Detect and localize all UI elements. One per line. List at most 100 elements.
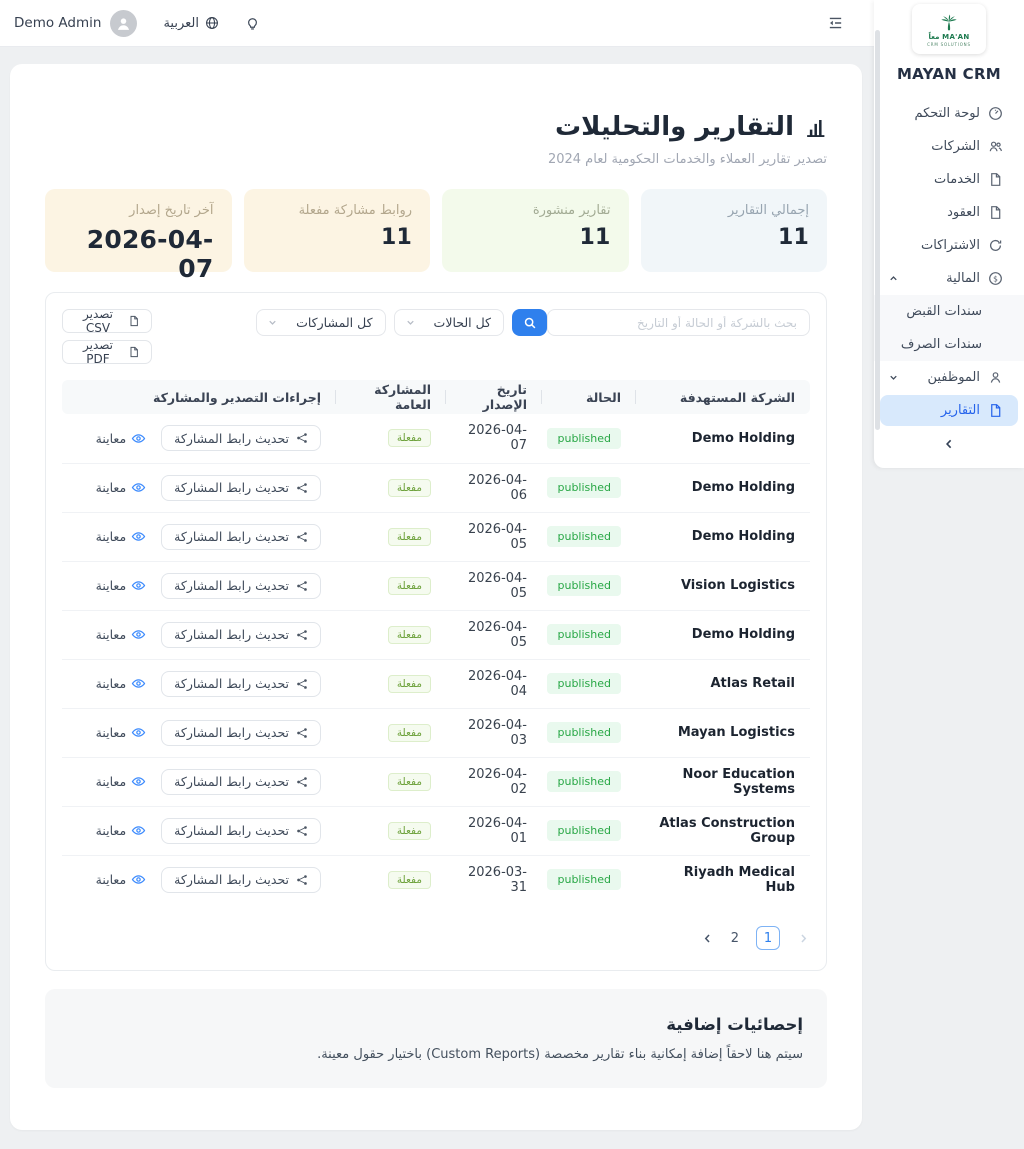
preview-link[interactable]: معاينة bbox=[96, 431, 147, 446]
share-update-button[interactable]: تحديث رابط المشاركة bbox=[161, 621, 321, 648]
sidebar-item-nav[interactable]: الاشتراكات bbox=[874, 229, 1024, 262]
sidebar-item-nav[interactable]: الخدمات bbox=[874, 163, 1024, 196]
share-update-button[interactable]: تحديث رابط المشاركة bbox=[161, 670, 321, 697]
sharing-badge: مفعلة bbox=[387, 625, 431, 644]
share-update-button[interactable]: تحديث رابط المشاركة bbox=[161, 523, 321, 550]
user-avatar[interactable] bbox=[110, 9, 138, 37]
share-icon bbox=[296, 825, 308, 837]
share-update-button[interactable]: تحديث رابط المشاركة bbox=[161, 425, 321, 452]
search-icon bbox=[523, 316, 537, 330]
share-update-button[interactable]: تحديث رابط المشاركة bbox=[161, 719, 321, 746]
svg-text:$: $ bbox=[993, 274, 998, 283]
sidebar-toggle-icon[interactable] bbox=[827, 16, 844, 30]
lightbulb-icon[interactable] bbox=[245, 16, 260, 31]
preview-link[interactable]: معاينة bbox=[96, 480, 147, 495]
stat-card: روابط مشاركة مفعلة 11 bbox=[243, 189, 430, 272]
share-update-button[interactable]: تحديث رابط المشاركة bbox=[161, 474, 321, 501]
sharing-badge: مفعلة bbox=[387, 576, 431, 595]
sharing-badge: مفعلة bbox=[387, 429, 431, 448]
preview-link[interactable]: معاينة bbox=[96, 774, 147, 789]
table-row: Demo Holding published 2026-04-05 مفعلة … bbox=[62, 511, 810, 561]
date-cell: 2026-03-31 bbox=[446, 854, 542, 904]
sidebar-collapse-button[interactable] bbox=[874, 429, 1024, 459]
sidebar-item-nav[interactable]: الموظفين bbox=[874, 361, 1024, 394]
preview-link[interactable]: معاينة bbox=[96, 872, 147, 887]
pagination-prev[interactable] bbox=[701, 932, 714, 945]
user-icon bbox=[988, 370, 1003, 385]
table-row: Mayan Logistics published 2026-04-03 مفع… bbox=[62, 707, 810, 757]
reports-table: الشركة المستهدفة الحالة تاريخ الإصدار ال… bbox=[62, 380, 810, 904]
header-company: الشركة المستهدفة bbox=[636, 380, 810, 414]
file-icon bbox=[988, 403, 1003, 418]
table-row: Vision Logistics published 2026-04-05 مف… bbox=[62, 560, 810, 610]
chevron-down-icon bbox=[888, 372, 899, 383]
preview-link[interactable]: معاينة bbox=[96, 529, 147, 544]
chevron-down-icon bbox=[267, 317, 278, 328]
sync-icon bbox=[988, 238, 1003, 253]
date-cell: 2026-04-05 bbox=[446, 511, 542, 561]
export-pdf-button[interactable]: تصدير PDF bbox=[62, 338, 152, 366]
pagination-page-1[interactable]: 1 bbox=[756, 926, 780, 950]
sharing-badge: مفعلة bbox=[387, 870, 431, 889]
sidebar-item-nav[interactable]: $ المالية bbox=[874, 262, 1024, 295]
main-content: التقارير والتحليلات تصدير تقارير العملاء… bbox=[0, 47, 874, 1149]
eye-icon bbox=[131, 529, 146, 544]
status-badge: published bbox=[547, 427, 621, 449]
company-cell: Demo Holding bbox=[636, 462, 810, 512]
preview-link[interactable]: معاينة bbox=[96, 578, 147, 593]
page-card: التقارير والتحليلات تصدير تقارير العملاء… bbox=[10, 64, 862, 1130]
header-date: تاريخ الإصدار bbox=[446, 380, 542, 414]
preview-link[interactable]: معاينة bbox=[96, 823, 147, 838]
eye-icon bbox=[131, 627, 146, 642]
table-header-row: الشركة المستهدفة الحالة تاريخ الإصدار ال… bbox=[62, 380, 810, 414]
stat-value: 11 bbox=[380, 225, 412, 250]
stat-card: إجمالي التقارير 11 bbox=[640, 189, 827, 272]
export-buttons: تصدير CSV تصدير PDF bbox=[62, 307, 152, 366]
actions-cell: تحديث رابط المشاركة معاينة bbox=[77, 425, 321, 452]
preview-link[interactable]: معاينة bbox=[96, 627, 147, 642]
stat-value: 2026-04-07 bbox=[86, 225, 214, 283]
sidebar-item-nav[interactable]: العقود bbox=[874, 196, 1024, 229]
export-csv-button[interactable]: تصدير CSV bbox=[62, 307, 152, 335]
search-input[interactable] bbox=[547, 309, 810, 336]
status-filter-select[interactable]: كل الحالات bbox=[393, 309, 504, 336]
language-switcher[interactable]: العربية bbox=[163, 16, 219, 31]
sidebar-item-nav[interactable]: سندات القبض bbox=[874, 295, 1024, 328]
preview-link[interactable]: معاينة bbox=[96, 725, 147, 740]
share-update-button[interactable]: تحديث رابط المشاركة bbox=[161, 817, 321, 844]
eye-icon bbox=[131, 431, 146, 446]
share-icon bbox=[296, 482, 308, 494]
status-badge: published bbox=[547, 869, 621, 891]
share-update-button[interactable]: تحديث رابط المشاركة bbox=[161, 768, 321, 795]
scrollbar[interactable] bbox=[875, 30, 880, 430]
company-cell: Vision Logistics bbox=[636, 560, 810, 610]
company-cell: Demo Holding bbox=[636, 511, 810, 561]
sharing-badge: مفعلة bbox=[387, 674, 431, 693]
sidebar-item-reports-active[interactable]: التقارير bbox=[880, 395, 1018, 426]
sharing-filter-select[interactable]: كل المشاركات bbox=[256, 309, 386, 336]
sharing-badge: مفعلة bbox=[387, 527, 431, 546]
page-title-text: التقارير والتحليلات bbox=[554, 112, 794, 142]
sidebar-item-nav[interactable]: الشركات bbox=[874, 130, 1024, 163]
user-name: Demo Admin bbox=[14, 15, 102, 31]
actions-cell: تحديث رابط المشاركة معاينة bbox=[77, 866, 321, 893]
table-row: Riyadh Medical Hub published 2026-03-31 … bbox=[62, 854, 810, 904]
stat-label: إجمالي التقارير bbox=[727, 203, 809, 218]
company-cell: Atlas Construction Group bbox=[636, 805, 810, 855]
share-update-button[interactable]: تحديث رابط المشاركة bbox=[161, 866, 321, 893]
sidebar-item-nav[interactable]: لوحة التحكم bbox=[874, 97, 1024, 130]
sharing-badge: مفعلة bbox=[387, 478, 431, 497]
reports-panel: كل الحالات كل المشاركات bbox=[45, 292, 827, 971]
preview-link[interactable]: معاينة bbox=[96, 676, 147, 691]
pagination-page-2[interactable]: 2 bbox=[731, 931, 739, 946]
sidebar-item-nav[interactable]: سندات الصرف bbox=[874, 328, 1024, 361]
share-update-button[interactable]: تحديث رابط المشاركة bbox=[161, 572, 321, 599]
file-icon bbox=[128, 315, 140, 327]
palm-tree-logo-icon bbox=[938, 13, 960, 33]
file-icon bbox=[128, 346, 140, 358]
share-icon bbox=[296, 776, 308, 788]
export-csv-label: تصدير CSV bbox=[82, 307, 113, 335]
actions-cell: تحديث رابط المشاركة معاينة bbox=[77, 817, 321, 844]
company-cell: Riyadh Medical Hub bbox=[636, 854, 810, 904]
search-button[interactable] bbox=[512, 309, 547, 336]
